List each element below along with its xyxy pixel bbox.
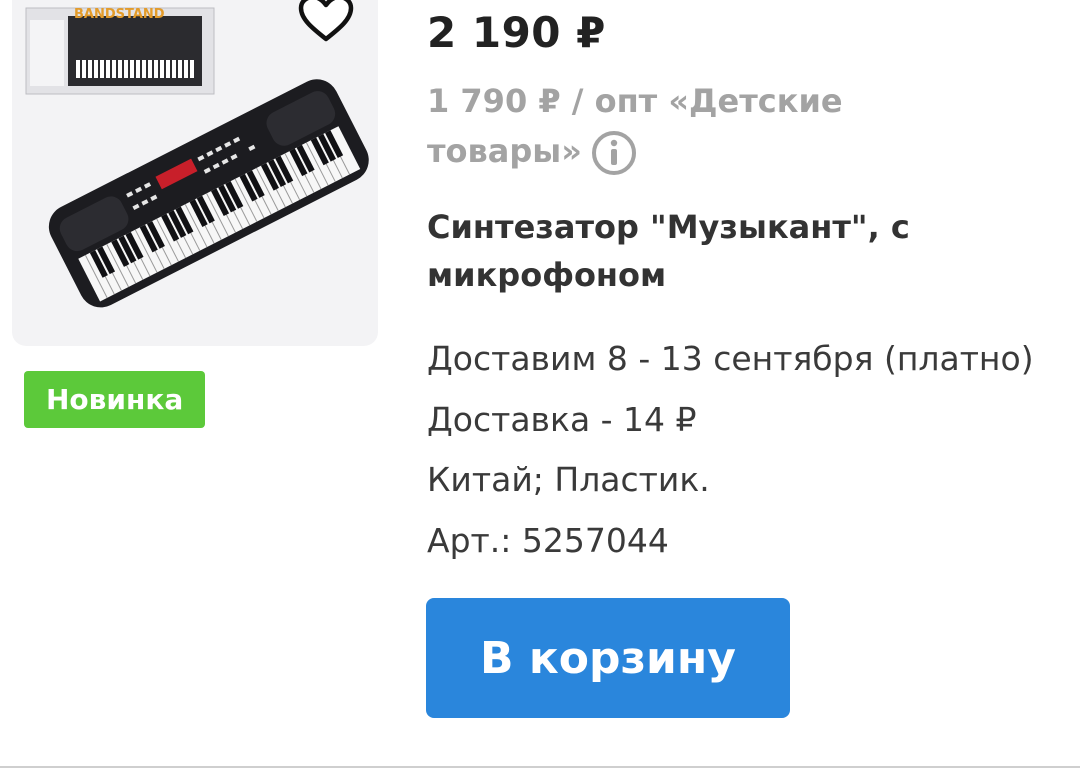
favorite-button[interactable] xyxy=(298,0,368,54)
product-image[interactable]: BANDSTAND xyxy=(12,0,378,346)
delivery-dates: Доставим 8 - 13 сентября (платно) xyxy=(427,339,1034,378)
divider xyxy=(0,766,1080,768)
price: 2 190 ₽ xyxy=(427,8,606,57)
heart-outline-icon xyxy=(298,0,354,42)
delivery-cost: Доставка - 14 ₽ xyxy=(427,399,697,439)
origin-material: Китай; Пластик. xyxy=(427,460,710,499)
wholesale-price: 1 790 ₽ / опт «Детские товары» xyxy=(427,76,867,177)
new-badge: Новинка xyxy=(24,371,206,428)
info-icon[interactable] xyxy=(590,129,638,177)
add-to-cart-button[interactable]: В корзину xyxy=(426,598,790,718)
article-number: Арт.: 5257044 xyxy=(427,520,669,560)
product-title[interactable]: Синтезатор "Музыкант", с микрофоном xyxy=(427,203,1027,299)
product-details: Доставим 8 - 13 сентября (платно) Достав… xyxy=(427,335,1034,577)
box-brand-label: BANDSTAND xyxy=(74,7,165,22)
